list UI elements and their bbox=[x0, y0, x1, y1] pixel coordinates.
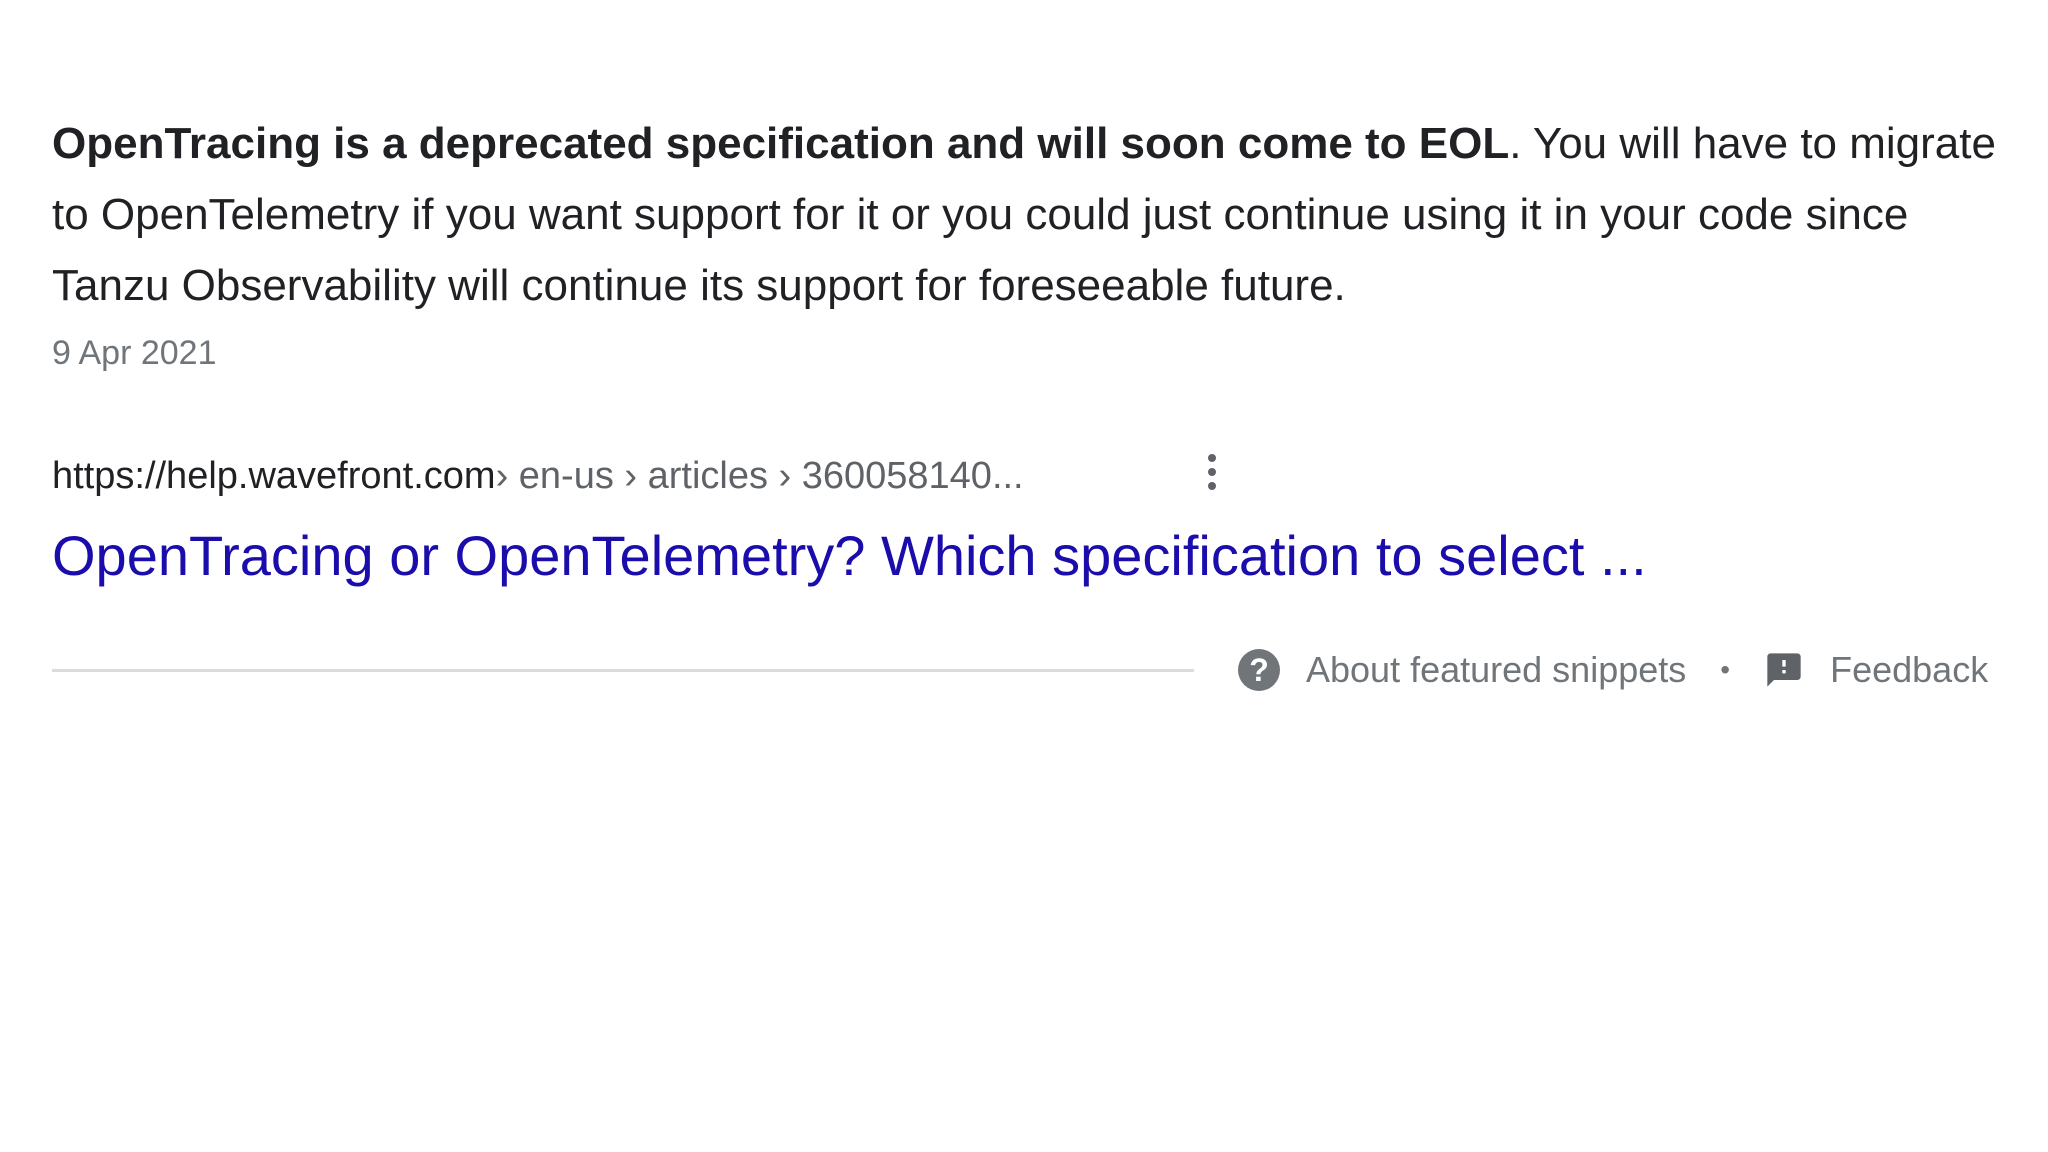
result-domain: https://help.wavefront.com bbox=[52, 454, 496, 497]
more-vert-icon bbox=[1208, 454, 1216, 462]
result-path: › en-us › articles › 360058140... bbox=[495, 454, 1024, 497]
result-breadcrumb[interactable]: https://help.wavefront.com › en-us › art… bbox=[52, 448, 1024, 504]
separator-dot: • bbox=[1720, 654, 1731, 685]
featured-snippet-text: OpenTracing is a deprecated specificatio… bbox=[52, 108, 2012, 321]
snippet-date: 9 Apr 2021 bbox=[52, 334, 217, 372]
divider bbox=[52, 668, 1194, 672]
about-featured-snippets-button[interactable]: ? About featured snippets bbox=[1238, 649, 1686, 691]
help-circle-icon: ? bbox=[1238, 649, 1280, 691]
feedback-label: Feedback bbox=[1830, 649, 1989, 690]
feedback-button[interactable]: Feedback bbox=[1764, 649, 1988, 691]
more-options-button[interactable] bbox=[1192, 448, 1232, 496]
about-featured-snippets-label: About featured snippets bbox=[1306, 649, 1687, 690]
snippet-highlight: OpenTracing is a deprecated specificatio… bbox=[52, 119, 1510, 168]
result-title-link[interactable]: OpenTracing or OpenTelemetry? Which spec… bbox=[52, 520, 1647, 592]
feedback-icon bbox=[1767, 653, 1801, 687]
snippet-footer: ? About featured snippets • Feedback bbox=[52, 640, 1988, 700]
